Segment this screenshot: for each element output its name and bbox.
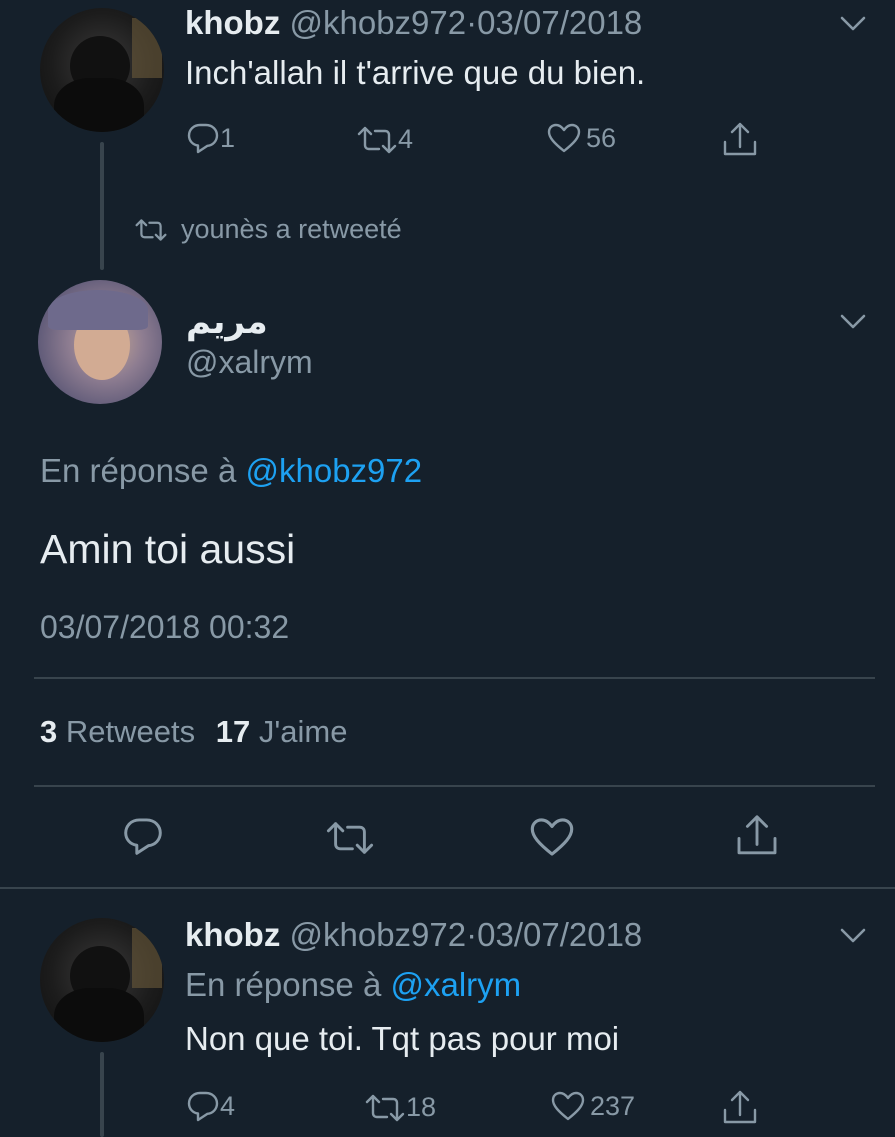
tweet1-date[interactable]: 03/07/2018: [477, 4, 642, 41]
retweet-count: 3: [40, 714, 58, 749]
main-author-name[interactable]: مريم: [186, 302, 268, 342]
tweet1-reply-count: 1: [220, 122, 236, 153]
tweet3-reply-context: En réponse à @xalrym: [185, 966, 521, 1004]
tweet1-author-handle[interactable]: @khobz972: [290, 4, 467, 41]
tweet1-text: Inch'allah il t'arrive que du bien.: [185, 54, 646, 91]
reply-icon: [187, 123, 219, 154]
tweet3-reply-count: 4: [220, 1090, 236, 1121]
retweet-icon: [365, 1094, 405, 1121]
tweet3-like-button[interactable]: 237: [550, 1090, 635, 1122]
tweet3-author-name[interactable]: khobz: [185, 916, 280, 953]
tweet1-header: khobz @khobz972·03/07/2018: [185, 4, 642, 42]
thread-line: [100, 1052, 104, 1137]
tweet3-like-count: 237: [590, 1090, 636, 1121]
tweet3-date[interactable]: 03/07/2018: [477, 916, 642, 953]
timeline: khobz @khobz972·03/07/2018 Inch'allah il…: [0, 0, 895, 1137]
avatar-body: [54, 78, 144, 132]
tweet3-separator: ·: [466, 916, 478, 953]
tweet3-retweet-button[interactable]: 18: [364, 1092, 436, 1123]
divider: [34, 785, 875, 787]
main-author-name-text: مريم: [186, 303, 268, 341]
tweet1-separator: ·: [466, 4, 478, 41]
avatar-hijab: [48, 290, 148, 330]
engagement-stats: 3 Retweets 17 J'aime: [40, 714, 347, 750]
avatar-body: [54, 988, 144, 1042]
avatar-background: [132, 18, 162, 78]
tweet1-like-count: 56: [586, 122, 617, 153]
reply-icon: [187, 1091, 219, 1122]
main-reply-context: En réponse à @khobz972: [40, 452, 422, 490]
chevron-down-icon[interactable]: [838, 14, 868, 34]
like-count: 17: [215, 714, 251, 749]
tweet3-reply-prefix: En réponse à: [185, 966, 382, 1003]
tweet3-reply-button[interactable]: 4: [186, 1090, 235, 1122]
like-icon: [547, 123, 581, 153]
avatar-background: [132, 928, 162, 988]
share-icon[interactable]: [721, 1088, 759, 1128]
tweet1-retweet-button[interactable]: 4: [356, 124, 413, 155]
share-icon[interactable]: [734, 812, 780, 860]
retweet-label: Retweets: [65, 714, 196, 749]
tweet3-reply-to-link[interactable]: @xalrym: [390, 966, 521, 1003]
like-icon: [551, 1091, 585, 1121]
retweet-icon: [135, 218, 167, 241]
main-timestamp[interactable]: 03/07/2018 00:32: [40, 609, 289, 646]
chevron-down-icon[interactable]: [838, 926, 868, 946]
like-label: J'aime: [258, 714, 348, 749]
main-author-handle[interactable]: @xalrym: [186, 344, 313, 381]
retweet-icon: [357, 126, 397, 153]
tweet3-retweet-count: 18: [406, 1092, 437, 1122]
tweet1-retweet-count: 4: [398, 124, 414, 154]
tweet3-text: Non que toi. Tqt pas pour moi: [185, 1020, 620, 1057]
retweet-notice: younès a retweeté: [133, 214, 402, 245]
avatar-khobz[interactable]: [40, 8, 164, 132]
retweet-icon[interactable]: [324, 820, 376, 856]
reply-icon[interactable]: [122, 816, 164, 856]
retweet-notice-text[interactable]: younès a retweeté: [181, 214, 402, 245]
tweet1-reply-button[interactable]: 1: [186, 122, 235, 154]
avatar-xalrym[interactable]: [38, 280, 162, 404]
tweet3-header: khobz @khobz972·03/07/2018: [185, 916, 642, 954]
tweet1-like-button[interactable]: 56: [546, 122, 616, 154]
retweets-stat[interactable]: 3 Retweets: [40, 714, 204, 749]
divider: [34, 677, 875, 679]
tweet3-author-handle[interactable]: @khobz972: [290, 916, 467, 953]
share-icon[interactable]: [721, 120, 759, 160]
like-icon[interactable]: [528, 816, 576, 858]
tweet1-author-name[interactable]: khobz: [185, 4, 280, 41]
main-reply-prefix: En réponse à: [40, 452, 237, 489]
likes-stat[interactable]: 17 J'aime: [216, 714, 348, 749]
divider: [0, 887, 895, 889]
avatar-khobz[interactable]: [40, 918, 164, 1042]
chevron-down-icon[interactable]: [838, 312, 868, 332]
main-reply-to-link[interactable]: @khobz972: [245, 452, 422, 489]
main-tweet-text: Amin toi aussi: [40, 526, 296, 572]
thread-line: [100, 142, 104, 270]
